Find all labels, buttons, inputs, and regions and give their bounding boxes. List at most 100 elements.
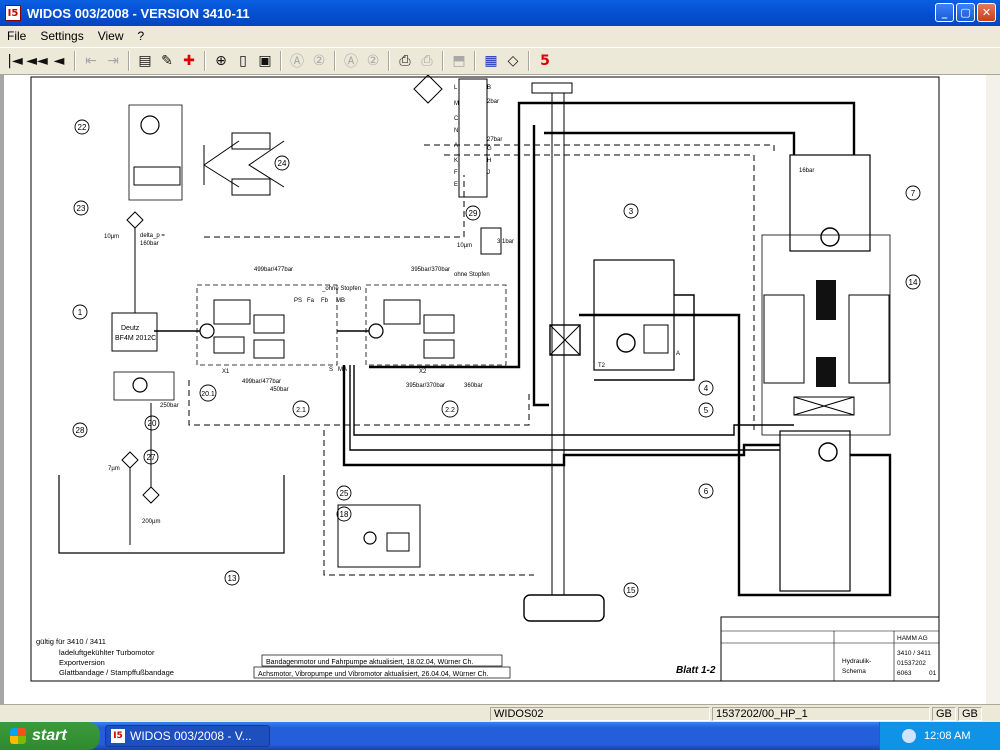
update-note: Bandagenmotor und Fahrpumpe aktualisiert… — [266, 659, 473, 666]
start-label: start — [32, 727, 67, 744]
callout-14: 14 — [909, 278, 918, 287]
annotation-text: 499bar/477bar — [254, 267, 293, 273]
note-line: Exportversion — [59, 658, 105, 667]
page-fit-icon[interactable]: ▣ — [255, 51, 275, 71]
annotation-text: ohne Stopfen — [454, 272, 490, 278]
callout-20: 20 — [148, 419, 157, 428]
annotation-text: delta_p = — [140, 233, 165, 239]
toolbar-separator — [528, 51, 530, 71]
grid-icon[interactable]: ▦ — [481, 51, 501, 71]
callout-5: 5 — [704, 406, 709, 415]
annotation-text: 395bar/370bar — [411, 267, 450, 273]
add-icon[interactable]: ✚ — [179, 51, 199, 71]
taskbar: start I5 WIDOS 003/2008 - V... EN 12:08 … — [0, 722, 1000, 750]
hydraulic-schematic: 22 24 23 1 28 27 20.1 20 13 25 18 2.1 2.… — [30, 75, 940, 682]
a2-icon[interactable]: Ⓐ — [341, 51, 361, 71]
maximize-button[interactable]: ▢ — [956, 3, 975, 22]
app-icon: I5 — [111, 729, 125, 743]
eraser-icon[interactable]: ◇ — [503, 51, 523, 71]
note-line: gültig für 3410 / 3411 — [36, 637, 106, 646]
annotation-text: J — [487, 170, 490, 176]
callout-13: 13 — [228, 574, 237, 583]
two2-icon[interactable]: ② — [363, 51, 383, 71]
annotation-text: E — [454, 182, 458, 188]
annotation-text: MA — [338, 367, 347, 373]
clock[interactable]: 12:08 AM — [924, 730, 970, 742]
menu-bar: File Settings View ? — [0, 26, 1000, 46]
two-icon[interactable]: ② — [309, 51, 329, 71]
engine-label: BF4M 2012C — [115, 335, 156, 342]
callout-15: 15 — [627, 586, 636, 595]
taskbar-item-widos[interactable]: I5 WIDOS 003/2008 - V... — [105, 725, 270, 747]
minimize-button[interactable]: _ — [935, 3, 954, 22]
print-setup-icon[interactable]: ▤ — [135, 51, 155, 71]
close-button[interactable]: ✕ — [977, 3, 996, 22]
annotation-text: Fa — [307, 298, 315, 304]
prev-fast-icon[interactable]: ◄◄ — [26, 51, 48, 71]
zoom-icon[interactable]: ⊕ — [211, 51, 231, 71]
callout-2-2: 2.2 — [445, 407, 455, 414]
start-button[interactable]: start — [0, 722, 100, 750]
schema-title: Schema — [842, 668, 866, 675]
annotation-text: 16bar — [799, 168, 814, 174]
status-keyboard: GB — [958, 707, 982, 721]
annotation-text: X2 — [419, 369, 427, 375]
annotation-text: A — [676, 351, 680, 357]
status-bar: WIDOS02 1537202/00_HP_1 GB GB — [0, 704, 1000, 723]
tray-icon[interactable] — [902, 729, 916, 743]
print-disabled-icon[interactable]: ⎙ — [417, 51, 437, 71]
engine-label: Deutz — [121, 325, 140, 332]
status-document: WIDOS02 — [490, 707, 710, 721]
menu-settings[interactable]: Settings — [33, 29, 90, 43]
callout-1: 1 — [78, 308, 83, 317]
annotation-text: 7µm — [108, 466, 120, 472]
printer-icon[interactable]: ⎙ — [395, 51, 415, 71]
annotation-text: X1 — [222, 369, 230, 375]
a-icon[interactable]: Ⓐ — [287, 51, 307, 71]
callout-25: 25 — [340, 489, 349, 498]
back-disabled-icon[interactable]: ⇤ — [81, 51, 101, 71]
annotation-text: S — [329, 367, 333, 373]
annotation-text: 360bar — [464, 383, 483, 389]
callout-28: 28 — [76, 426, 85, 435]
callout-6: 6 — [704, 487, 709, 496]
note-line: Glattbandage / Stampffußbandage — [59, 668, 174, 677]
annotation-text: N — [454, 128, 458, 134]
model-number: 3410 / 3411 — [897, 650, 931, 657]
annotation-text: F — [454, 170, 458, 176]
menu-file[interactable]: File — [0, 29, 33, 43]
annotation-text: T2 — [598, 363, 606, 369]
drawing-code: 6063 — [897, 670, 912, 677]
forward-disabled-icon[interactable]: ⇥ — [103, 51, 123, 71]
edit-icon[interactable]: ✎ — [157, 51, 177, 71]
callout-23: 23 — [77, 204, 86, 213]
annotation-text: 200µm — [142, 519, 160, 525]
page-icon[interactable]: ▯ — [233, 51, 253, 71]
system-tray: 12:08 AM — [879, 722, 1000, 750]
callout-22: 22 — [78, 123, 87, 132]
vertical-scrollbar[interactable] — [986, 75, 1000, 705]
first-page-icon[interactable]: |◄ — [5, 51, 25, 71]
annotation-text: H — [487, 158, 491, 164]
callout-24: 24 — [278, 159, 287, 168]
annotation-text: PS — [294, 298, 302, 304]
menu-view[interactable]: View — [91, 29, 131, 43]
taskbar-item-label: WIDOS 003/2008 - V... — [130, 729, 252, 743]
callout-4: 4 — [704, 384, 709, 393]
toolbar-separator — [204, 51, 206, 71]
callout-27: 27 — [147, 453, 156, 462]
widos-icon[interactable]: 5 — [535, 51, 555, 71]
annotation-text: 2bar — [487, 99, 499, 105]
toolbar-separator — [74, 51, 76, 71]
toolbar-separator — [334, 51, 336, 71]
windows-logo-icon — [10, 728, 26, 744]
app-icon: I5 — [5, 5, 21, 21]
prev-icon[interactable]: ◄ — [49, 51, 69, 71]
stamp-icon[interactable]: ⬒ — [449, 51, 469, 71]
annotation-text: 3,1bar — [497, 239, 514, 245]
drawing-viewport[interactable]: 22 24 23 1 28 27 20.1 20 13 25 18 2.1 2.… — [0, 75, 1000, 705]
revision: 01 — [929, 670, 937, 677]
callout-2-1: 2.1 — [296, 407, 306, 414]
menu-help[interactable]: ? — [131, 29, 152, 43]
annotation-text: A — [454, 143, 458, 149]
